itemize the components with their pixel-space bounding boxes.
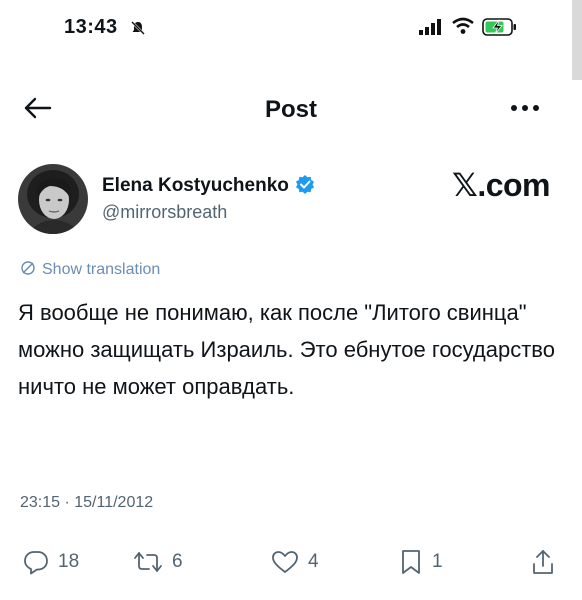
bookmark-button[interactable]: 1 <box>398 542 443 582</box>
mute-bell-icon <box>131 21 145 35</box>
x-logo: 𝕏 <box>452 166 478 204</box>
reply-icon <box>24 551 48 575</box>
cellular-signal-icon <box>419 19 441 35</box>
like-count: 4 <box>308 551 319 572</box>
x-com-suffix: .com <box>477 167 550 203</box>
more-icon[interactable] <box>508 98 542 118</box>
tweet-text: Я вообще не понимаю, как после "Литого с… <box>18 300 555 399</box>
bookmark-count: 1 <box>432 551 443 572</box>
wifi-icon <box>452 17 474 34</box>
status-bar: 13:43 <box>0 0 582 80</box>
author-name[interactable]: Elena Kostyuchenko <box>102 175 289 196</box>
repost-count: 6 <box>172 551 183 572</box>
page-title: Post <box>264 96 317 123</box>
share-button[interactable] <box>530 542 564 582</box>
avatar[interactable] <box>18 164 88 234</box>
scroll-indicator <box>572 0 582 80</box>
post-header: Post <box>0 86 582 136</box>
share-icon <box>533 550 553 574</box>
heart-icon <box>272 551 298 573</box>
bookmark-icon <box>402 550 420 574</box>
like-button[interactable]: 4 <box>270 542 319 582</box>
author-name-row[interactable]: Elena Kostyuchenko <box>102 174 315 197</box>
x-com-watermark: 𝕏.com <box>452 166 550 204</box>
repost-icon <box>134 552 162 572</box>
reply-button[interactable]: 18 <box>22 542 79 582</box>
tweet-timestamp[interactable]: 23:15 · 15/11/2012 <box>20 494 153 512</box>
translate-globe-icon <box>21 261 35 275</box>
show-translation-label[interactable]: Show translation <box>42 261 160 278</box>
action-bar: 18 6 4 1 <box>0 542 582 582</box>
status-time: 13:43 <box>64 16 118 38</box>
battery-charging-icon <box>482 18 516 36</box>
author-block: Elena Kostyuchenko @mirrorsbreath 𝕏.com <box>18 164 558 236</box>
repost-button[interactable]: 6 <box>132 542 183 582</box>
reply-count: 18 <box>58 551 80 572</box>
author-handle[interactable]: @mirrorsbreath <box>102 202 227 223</box>
show-translation-link[interactable]: Show translation <box>20 260 160 279</box>
verified-badge-icon <box>295 175 314 194</box>
